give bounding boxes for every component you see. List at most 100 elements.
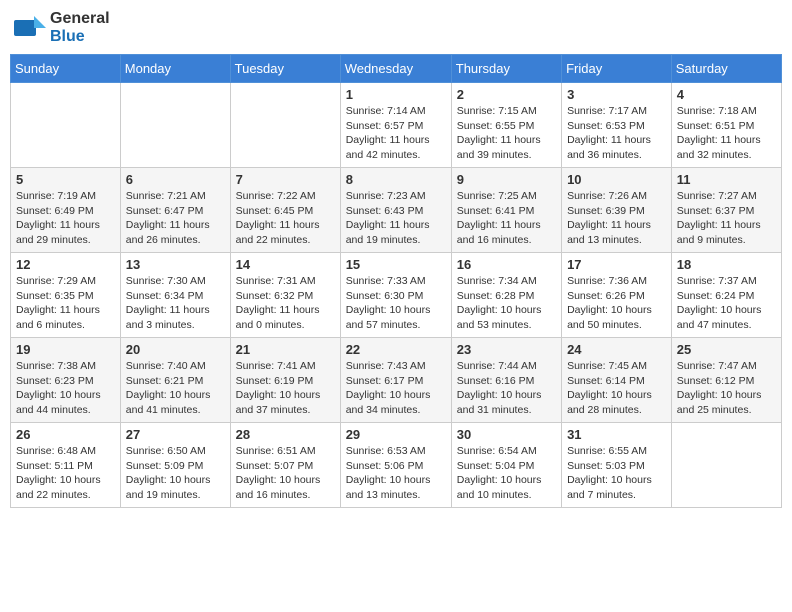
day-number: 19 [16,342,115,357]
calendar-cell: 18Sunrise: 7:37 AM Sunset: 6:24 PM Dayli… [671,253,781,338]
calendar-cell: 31 Sunrise: 6:55 AM Sunset: 5:03 PM Dayli… [562,423,672,508]
calendar-cell: 6Sunrise: 7:21 AM Sunset: 6:47 PM Daylig… [120,168,230,253]
calendar-cell: 27Sunrise: 6:50 AM Sunset: 5:09 PM Dayli… [120,423,230,508]
calendar-header-row: SundayMondayTuesdayWednesdayThursdayFrid… [11,55,782,83]
day-info: Sunrise: 7:25 AM Sunset: 6:41 PM Dayligh… [457,189,556,248]
day-number: 22 [346,342,446,357]
calendar-cell: 7Sunrise: 7:22 AM Sunset: 6:45 PM Daylig… [230,168,340,253]
calendar-cell [120,83,230,168]
day-info: Sunrise: 7:34 AM Sunset: 6:28 PM Dayligh… [457,274,556,333]
day-number: 24 [567,342,666,357]
day-info: Sunrise: 7:31 AM Sunset: 6:32 PM Dayligh… [236,274,335,333]
day-number: 30 [457,427,556,442]
day-info: Sunrise: 7:36 AM Sunset: 6:26 PM Dayligh… [567,274,666,333]
calendar-cell: 21 Sunrise: 7:41 AM Sunset: 6:19 PM Dayli… [230,338,340,423]
calendar-cell: 25 Sunrise: 7:47 AM Sunset: 6:12 PM Dayli… [671,338,781,423]
calendar-cell: 8 Sunrise: 7:23 AM Sunset: 6:43 PM Daylig… [340,168,451,253]
logo: GeneralBlue [14,10,110,46]
calendar-week-row: 5 Sunrise: 7:19 AM Sunset: 6:49 PM Daylig… [11,168,782,253]
day-number: 28 [236,427,335,442]
calendar-cell: 23 Sunrise: 7:44 AM Sunset: 6:16 PM Dayli… [451,338,561,423]
day-number: 6 [126,172,225,187]
day-of-week-header: Thursday [451,55,561,83]
calendar-cell: 10Sunrise: 7:26 AM Sunset: 6:39 PM Dayli… [562,168,672,253]
calendar-cell: 2 Sunrise: 7:15 AM Sunset: 6:55 PM Daylig… [451,83,561,168]
calendar-cell [11,83,121,168]
day-info: Sunrise: 7:17 AM Sunset: 6:53 PM Dayligh… [567,104,666,163]
day-info: Sunrise: 6:53 AM Sunset: 5:06 PM Dayligh… [346,444,446,503]
calendar-cell: 26 Sunrise: 6:48 AM Sunset: 5:11 PM Dayli… [11,423,121,508]
calendar-cell: 1 Sunrise: 7:14 AM Sunset: 6:57 PM Daylig… [340,83,451,168]
calendar-cell: 20Sunrise: 7:40 AM Sunset: 6:21 PM Dayli… [120,338,230,423]
calendar-cell: 3 Sunrise: 7:17 AM Sunset: 6:53 PM Daylig… [562,83,672,168]
calendar-cell: 29 Sunrise: 6:53 AM Sunset: 5:06 PM Dayli… [340,423,451,508]
day-info: Sunrise: 7:47 AM Sunset: 6:12 PM Dayligh… [677,359,776,418]
logo-icon [14,12,46,44]
day-number: 15 [346,257,446,272]
calendar-cell: 17 Sunrise: 7:36 AM Sunset: 6:26 PM Dayli… [562,253,672,338]
day-of-week-header: Saturday [671,55,781,83]
day-number: 4 [677,87,776,102]
day-info: Sunrise: 7:29 AM Sunset: 6:35 PM Dayligh… [16,274,115,333]
day-number: 16 [457,257,556,272]
day-info: Sunrise: 7:18 AM Sunset: 6:51 PM Dayligh… [677,104,776,163]
day-info: Sunrise: 6:51 AM Sunset: 5:07 PM Dayligh… [236,444,335,503]
calendar-week-row: 1 Sunrise: 7:14 AM Sunset: 6:57 PM Daylig… [11,83,782,168]
day-number: 21 [236,342,335,357]
day-info: Sunrise: 7:19 AM Sunset: 6:49 PM Dayligh… [16,189,115,248]
day-info: Sunrise: 7:15 AM Sunset: 6:55 PM Dayligh… [457,104,556,163]
day-number: 1 [346,87,446,102]
calendar-cell: 5 Sunrise: 7:19 AM Sunset: 6:49 PM Daylig… [11,168,121,253]
calendar-cell: 14 Sunrise: 7:31 AM Sunset: 6:32 PM Dayli… [230,253,340,338]
calendar-cell: 19 Sunrise: 7:38 AM Sunset: 6:23 PM Dayli… [11,338,121,423]
calendar-cell: 4 Sunrise: 7:18 AM Sunset: 6:51 PM Daylig… [671,83,781,168]
day-of-week-header: Tuesday [230,55,340,83]
day-of-week-header: Friday [562,55,672,83]
day-info: Sunrise: 6:48 AM Sunset: 5:11 PM Dayligh… [16,444,115,503]
calendar-cell: 30 Sunrise: 6:54 AM Sunset: 5:04 PM Dayli… [451,423,561,508]
day-number: 9 [457,172,556,187]
day-info: Sunrise: 7:14 AM Sunset: 6:57 PM Dayligh… [346,104,446,163]
calendar-table: SundayMondayTuesdayWednesdayThursdayFrid… [10,54,782,508]
day-info: Sunrise: 7:38 AM Sunset: 6:23 PM Dayligh… [16,359,115,418]
day-number: 23 [457,342,556,357]
day-number: 13 [126,257,225,272]
day-number: 25 [677,342,776,357]
day-of-week-header: Monday [120,55,230,83]
day-info: Sunrise: 7:44 AM Sunset: 6:16 PM Dayligh… [457,359,556,418]
logo-text: GeneralBlue [50,10,110,46]
day-info: Sunrise: 6:54 AM Sunset: 5:04 PM Dayligh… [457,444,556,503]
day-number: 10 [567,172,666,187]
calendar-cell: 28 Sunrise: 6:51 AM Sunset: 5:07 PM Dayli… [230,423,340,508]
day-info: Sunrise: 6:55 AM Sunset: 5:03 PM Dayligh… [567,444,666,503]
day-of-week-header: Wednesday [340,55,451,83]
day-number: 31 [567,427,666,442]
day-number: 5 [16,172,115,187]
calendar-week-row: 12Sunrise: 7:29 AM Sunset: 6:35 PM Dayli… [11,253,782,338]
day-info: Sunrise: 7:40 AM Sunset: 6:21 PM Dayligh… [126,359,225,418]
day-number: 18 [677,257,776,272]
calendar-cell: 15 Sunrise: 7:33 AM Sunset: 6:30 PM Dayli… [340,253,451,338]
calendar-week-row: 26 Sunrise: 6:48 AM Sunset: 5:11 PM Dayli… [11,423,782,508]
calendar-cell: 22Sunrise: 7:43 AM Sunset: 6:17 PM Dayli… [340,338,451,423]
day-number: 27 [126,427,225,442]
day-number: 14 [236,257,335,272]
day-number: 3 [567,87,666,102]
calendar-cell: 11 Sunrise: 7:27 AM Sunset: 6:37 PM Dayli… [671,168,781,253]
day-number: 7 [236,172,335,187]
day-number: 2 [457,87,556,102]
page-header: GeneralBlue [10,10,782,46]
day-info: Sunrise: 7:33 AM Sunset: 6:30 PM Dayligh… [346,274,446,333]
calendar-cell: 12Sunrise: 7:29 AM Sunset: 6:35 PM Dayli… [11,253,121,338]
day-number: 11 [677,172,776,187]
day-info: Sunrise: 7:41 AM Sunset: 6:19 PM Dayligh… [236,359,335,418]
calendar-cell [230,83,340,168]
day-info: Sunrise: 7:23 AM Sunset: 6:43 PM Dayligh… [346,189,446,248]
day-info: Sunrise: 7:45 AM Sunset: 6:14 PM Dayligh… [567,359,666,418]
day-number: 8 [346,172,446,187]
day-number: 29 [346,427,446,442]
day-number: 17 [567,257,666,272]
day-of-week-header: Sunday [11,55,121,83]
day-number: 26 [16,427,115,442]
day-info: Sunrise: 7:27 AM Sunset: 6:37 PM Dayligh… [677,189,776,248]
